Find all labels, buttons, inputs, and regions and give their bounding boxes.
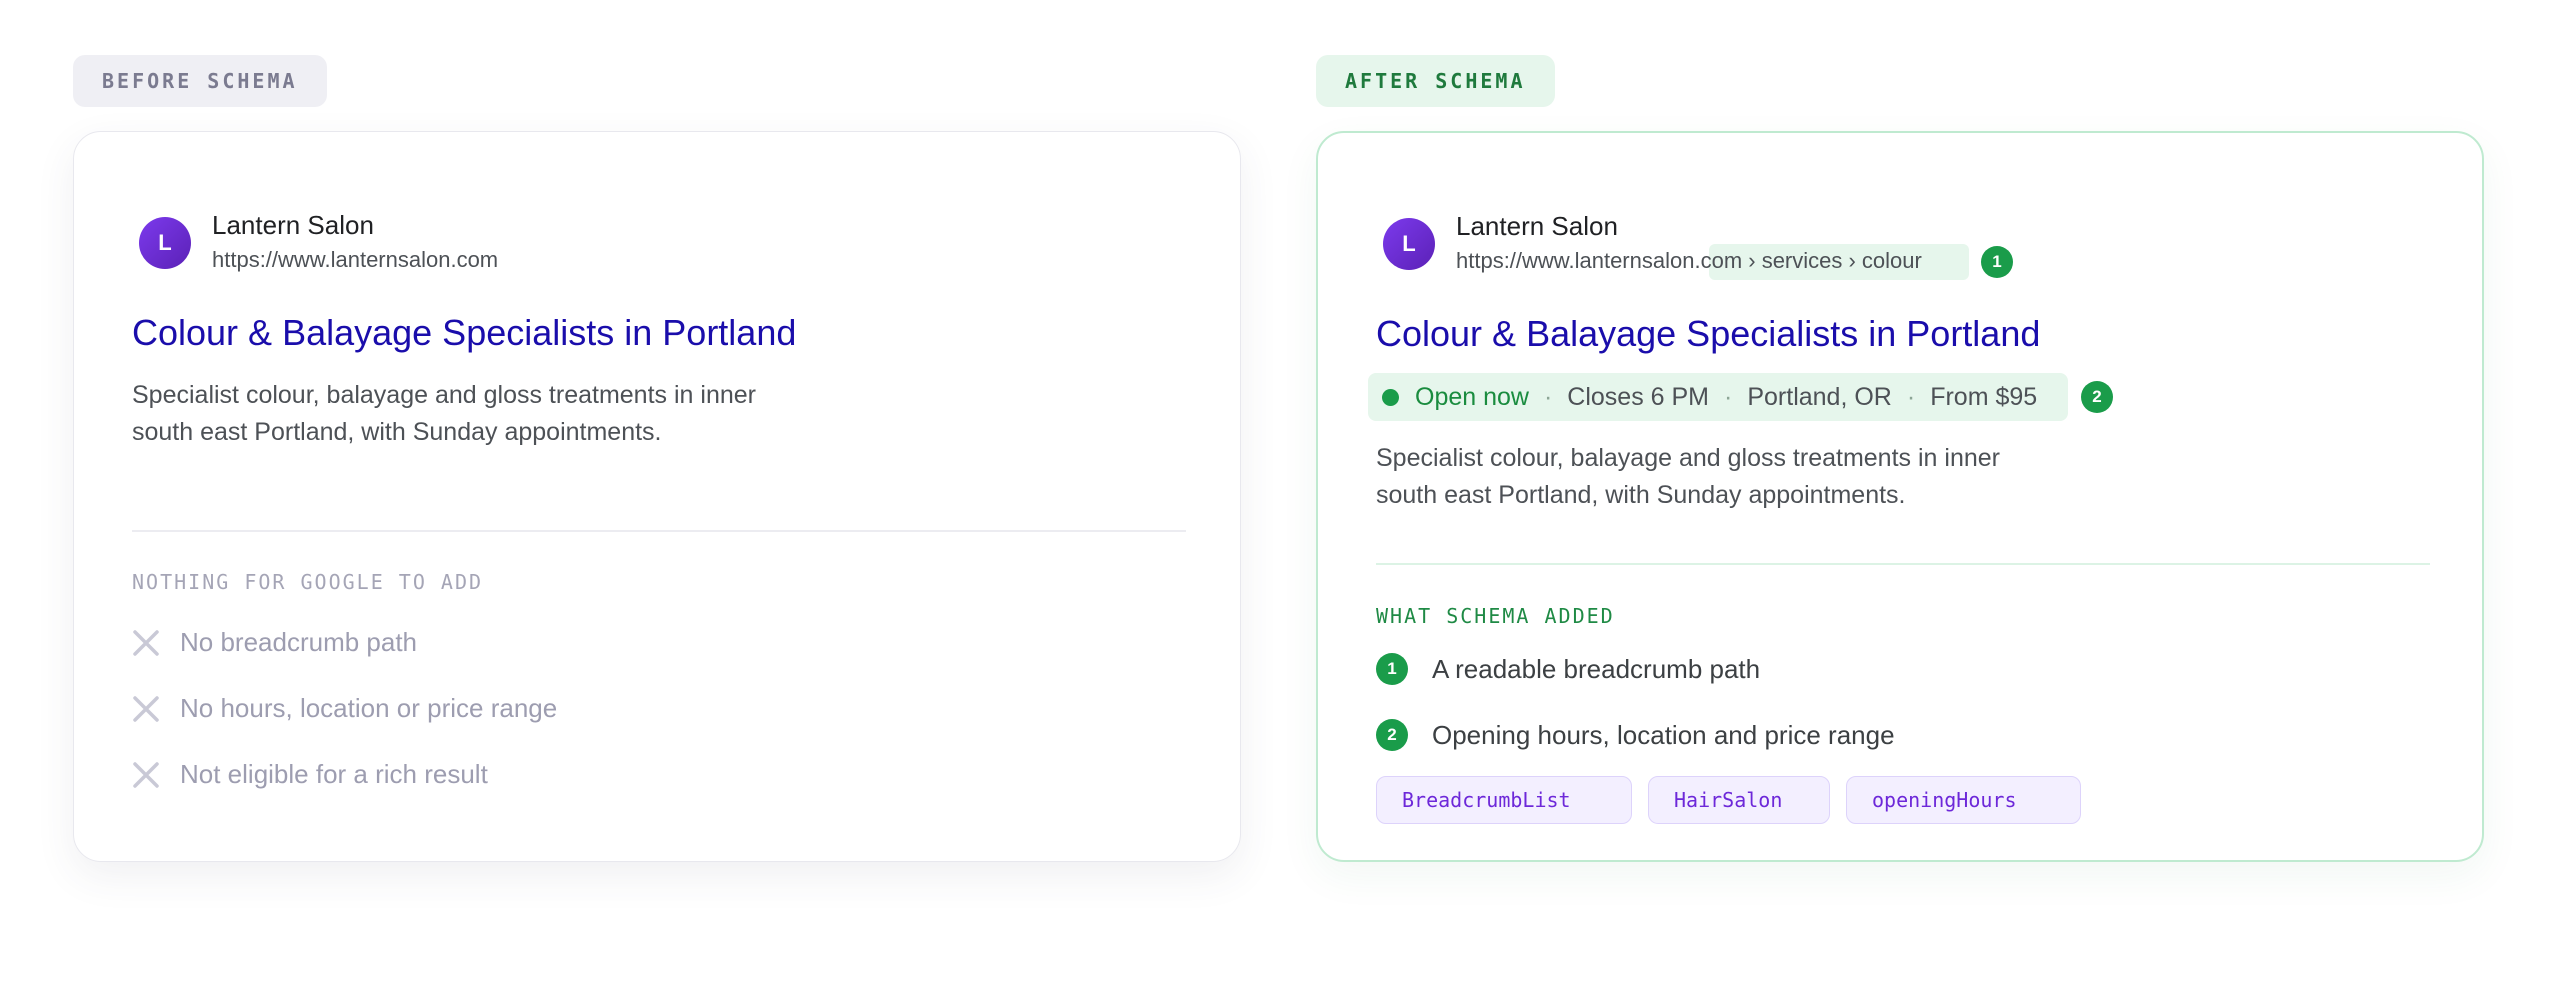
list-item-label: Opening hours, location and price range [1432,719,1895,750]
location: Portland, OR [1747,382,1892,411]
x-icon [133,695,159,722]
list-item: 1 A readable breadcrumb path [1376,653,1760,685]
after-schema-tag: AFTER SCHEMA [1316,55,1555,107]
list-item-label: Not eligible for a rich result [180,759,488,789]
list-item: Not eligible for a rich result [132,759,488,790]
schema-chip-hairsalon: HairSalon [1648,776,1830,824]
result-title-link[interactable]: Colour & Balayage Specialists in Portlan… [1376,313,2040,355]
snippet-line: south east Portland, with Sunday appoint… [132,418,662,446]
divider [132,530,1186,532]
number-badge: 2 [1376,719,1408,751]
snippet-line: Specialist colour, balayage and gloss tr… [132,381,756,409]
divider [1376,563,2430,565]
closing-time: Closes 6 PM [1567,382,1710,411]
list-item: No hours, location or price range [132,693,557,724]
breadcrumb-marker: 1 [1981,246,2013,278]
section-heading: NOTHING FOR GOOGLE TO ADD [132,570,484,594]
separator: · [1543,382,1553,411]
x-icon [133,761,159,788]
list-item-label: A readable breadcrumb path [1432,653,1761,684]
snippet-line: Specialist colour, balayage and gloss tr… [1376,444,2000,472]
rich-result-marker: 2 [2081,381,2113,413]
site-name: Lantern Salon [212,210,374,240]
site-name: Lantern Salon [1456,211,1618,241]
price-range: From $95 [1930,382,2038,411]
rich-result-row: Open now · Closes 6 PM · Portland, OR · … [1368,373,2068,421]
x-icon [133,629,159,656]
before-schema-tag: BEFORE SCHEMA [73,55,327,107]
url-base: https://www.lanternsalon. [1456,248,1701,273]
list-item: 2 Opening hours, location and price rang… [1376,719,1895,751]
after-result-card: L Lantern Salon https://www.lanternsalon… [1316,131,2484,862]
schema-chip-openinghours: openingHours [1846,776,2081,824]
open-status: Open now [1415,382,1529,411]
result-snippet: Specialist colour, balayage and gloss tr… [132,377,832,451]
list-item: No breadcrumb path [132,627,417,658]
schema-chip-breadcrumblist: BreadcrumbList [1376,776,1632,824]
separator: · [1906,382,1916,411]
before-result-card: L Lantern Salon https://www.lanternsalon… [73,131,1241,862]
site-avatar: L [1383,218,1435,270]
list-item-label: No breadcrumb path [180,627,418,657]
open-status-dot [1382,388,1399,406]
site-avatar: L [139,217,191,269]
number-badge: 1 [1376,653,1408,685]
result-url[interactable]: https://www.lanternsalon.com › services … [1456,244,1969,280]
result-url[interactable]: https://www.lanternsalon.com [212,247,498,273]
breadcrumb: com › services › colour [1700,248,1922,273]
result-snippet: Specialist colour, balayage and gloss tr… [1376,440,2076,514]
section-heading: WHAT SCHEMA ADDED [1376,604,1615,628]
snippet-line: south east Portland, with Sunday appoint… [1376,481,1906,509]
separator: · [1724,382,1733,411]
list-item-label: No hours, location or price range [180,693,558,723]
result-title-link[interactable]: Colour & Balayage Specialists in Portlan… [132,312,796,354]
